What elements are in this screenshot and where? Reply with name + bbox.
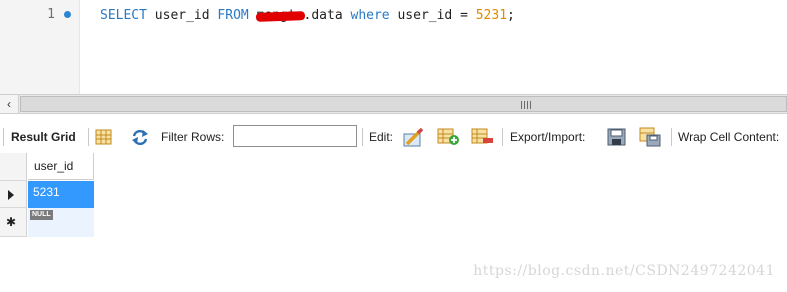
- wrap-cell-content-label: Wrap Cell Content:: [678, 130, 780, 144]
- result-toolbar: Result Grid Filter Rows: Edit: Export/Im…: [0, 121, 787, 153]
- toolbar-separator: [362, 128, 363, 146]
- statement-marker-icon[interactable]: [64, 11, 71, 18]
- toolbar-separator: [3, 128, 4, 146]
- line-number: 1: [47, 7, 55, 22]
- delete-row-icon[interactable]: [471, 128, 495, 146]
- scroll-left-arrow-icon[interactable]: ‹: [0, 95, 19, 113]
- sql-statement[interactable]: SELECT user_id FROM mengtu.data where us…: [100, 7, 515, 25]
- filter-rows-label: Filter Rows:: [161, 130, 225, 144]
- keyword-where: where: [350, 8, 390, 23]
- filter-rows-input[interactable]: [233, 125, 357, 147]
- watermark: https://blog.csdn.net/CSDN2497242041: [473, 263, 775, 279]
- grid-corner[interactable]: [0, 153, 27, 181]
- toolbar-separator: [502, 128, 503, 146]
- horizontal-scrollbar[interactable]: ‹: [0, 94, 787, 114]
- null-badge: NULL: [30, 210, 53, 220]
- redacted-schema-name: mengtu: [256, 8, 304, 23]
- toolbar-separator: [88, 128, 89, 146]
- result-grid: user_id 5231 NULL ✱: [0, 153, 94, 237]
- edit-current-row-icon[interactable]: [403, 128, 425, 147]
- refresh-icon[interactable]: [130, 128, 150, 146]
- grip-icon: [521, 101, 531, 109]
- edit-label: Edit:: [369, 130, 394, 144]
- table-cell[interactable]: 5231: [28, 181, 94, 208]
- keyword-from: FROM: [217, 8, 249, 23]
- sql-value: 5231: [475, 8, 508, 23]
- toolbar-separator: [671, 128, 672, 146]
- scrollbar-thumb[interactable]: [20, 96, 787, 112]
- export-import-label: Export/Import:: [510, 130, 586, 144]
- export-icon[interactable]: [606, 127, 628, 147]
- new-row-asterisk-icon: ✱: [6, 215, 17, 229]
- sql-table: .data: [303, 8, 343, 23]
- current-row-pointer-icon: [8, 190, 14, 200]
- grid-layout-icon[interactable]: [95, 129, 112, 145]
- sql-terminator: ;: [507, 8, 515, 23]
- import-icon[interactable]: [639, 127, 661, 147]
- sql-column: user_id: [146, 8, 218, 23]
- column-header-user-id[interactable]: user_id: [28, 153, 94, 180]
- result-grid-tab[interactable]: Result Grid: [11, 121, 76, 153]
- sql-condition: user_id =: [389, 8, 476, 23]
- sql-editor[interactable]: 1 SELECT user_id FROM mengtu.data where …: [0, 0, 787, 94]
- insert-row-icon[interactable]: [437, 128, 461, 146]
- keyword-select: SELECT: [100, 8, 147, 23]
- editor-gutter: 1: [0, 0, 80, 94]
